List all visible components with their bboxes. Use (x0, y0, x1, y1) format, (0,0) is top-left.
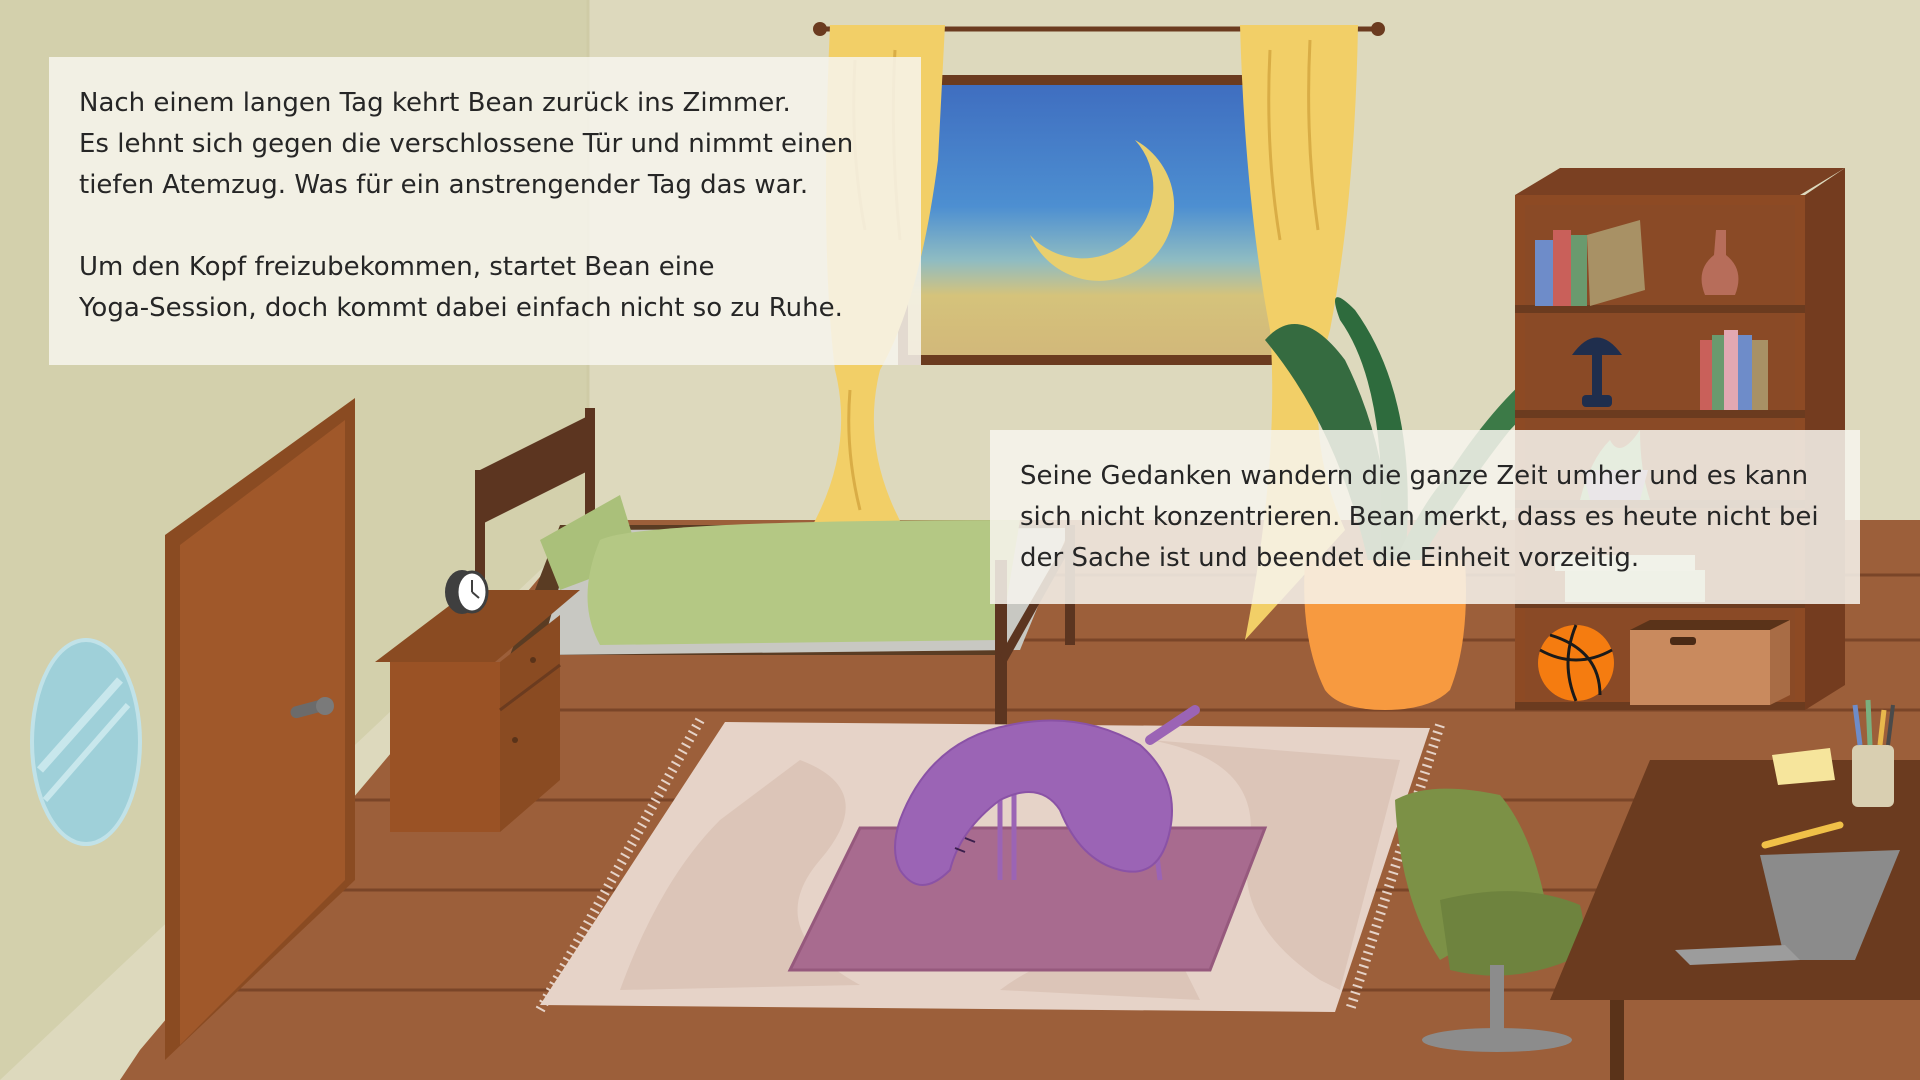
narration-line: Seine Gedanken wandern die ganze Zeit um… (1020, 461, 1809, 491)
narration-paragraph-3: Seine Gedanken wandern die ganze Zeit um… (1020, 456, 1830, 579)
narration-box-right: Seine Gedanken wandern die ganze Zeit um… (990, 430, 1860, 604)
narration-box-top: Nach einem langen Tag kehrt Bean zurück … (49, 57, 921, 365)
basketball-icon (1538, 624, 1614, 702)
narration-line: der Sache ist und beendet die Einheit vo… (1020, 543, 1640, 573)
narration-line: tiefen Atemzug. Was für ein anstrengende… (79, 170, 809, 200)
narration-line: sich nicht konzentrieren. Bean merkt, da… (1020, 502, 1819, 532)
narration-line: Nach einem langen Tag kehrt Bean zurück … (79, 88, 791, 118)
narration-paragraph-1: Nach einem langen Tag kehrt Bean zurück … (79, 83, 891, 206)
pencil-cup (1852, 745, 1894, 807)
yoga-mat (790, 828, 1265, 970)
window (898, 75, 1300, 365)
storage-box (1630, 630, 1770, 705)
narration-line: Yoga-Session, doch kommt dabei einfach n… (79, 293, 843, 323)
blanket (587, 520, 1020, 645)
narration-line: Um den Kopf freizubekommen, startet Bean… (79, 252, 715, 282)
mirror (30, 638, 142, 846)
alarm-clock-icon (445, 570, 489, 614)
narration-line: Es lehnt sich gegen die verschlossene Tü… (79, 129, 854, 159)
narration-paragraph-2: Um den Kopf freizubekommen, startet Bean… (79, 247, 891, 329)
game-scene: Nach einem langen Tag kehrt Bean zurück … (0, 0, 1920, 1080)
